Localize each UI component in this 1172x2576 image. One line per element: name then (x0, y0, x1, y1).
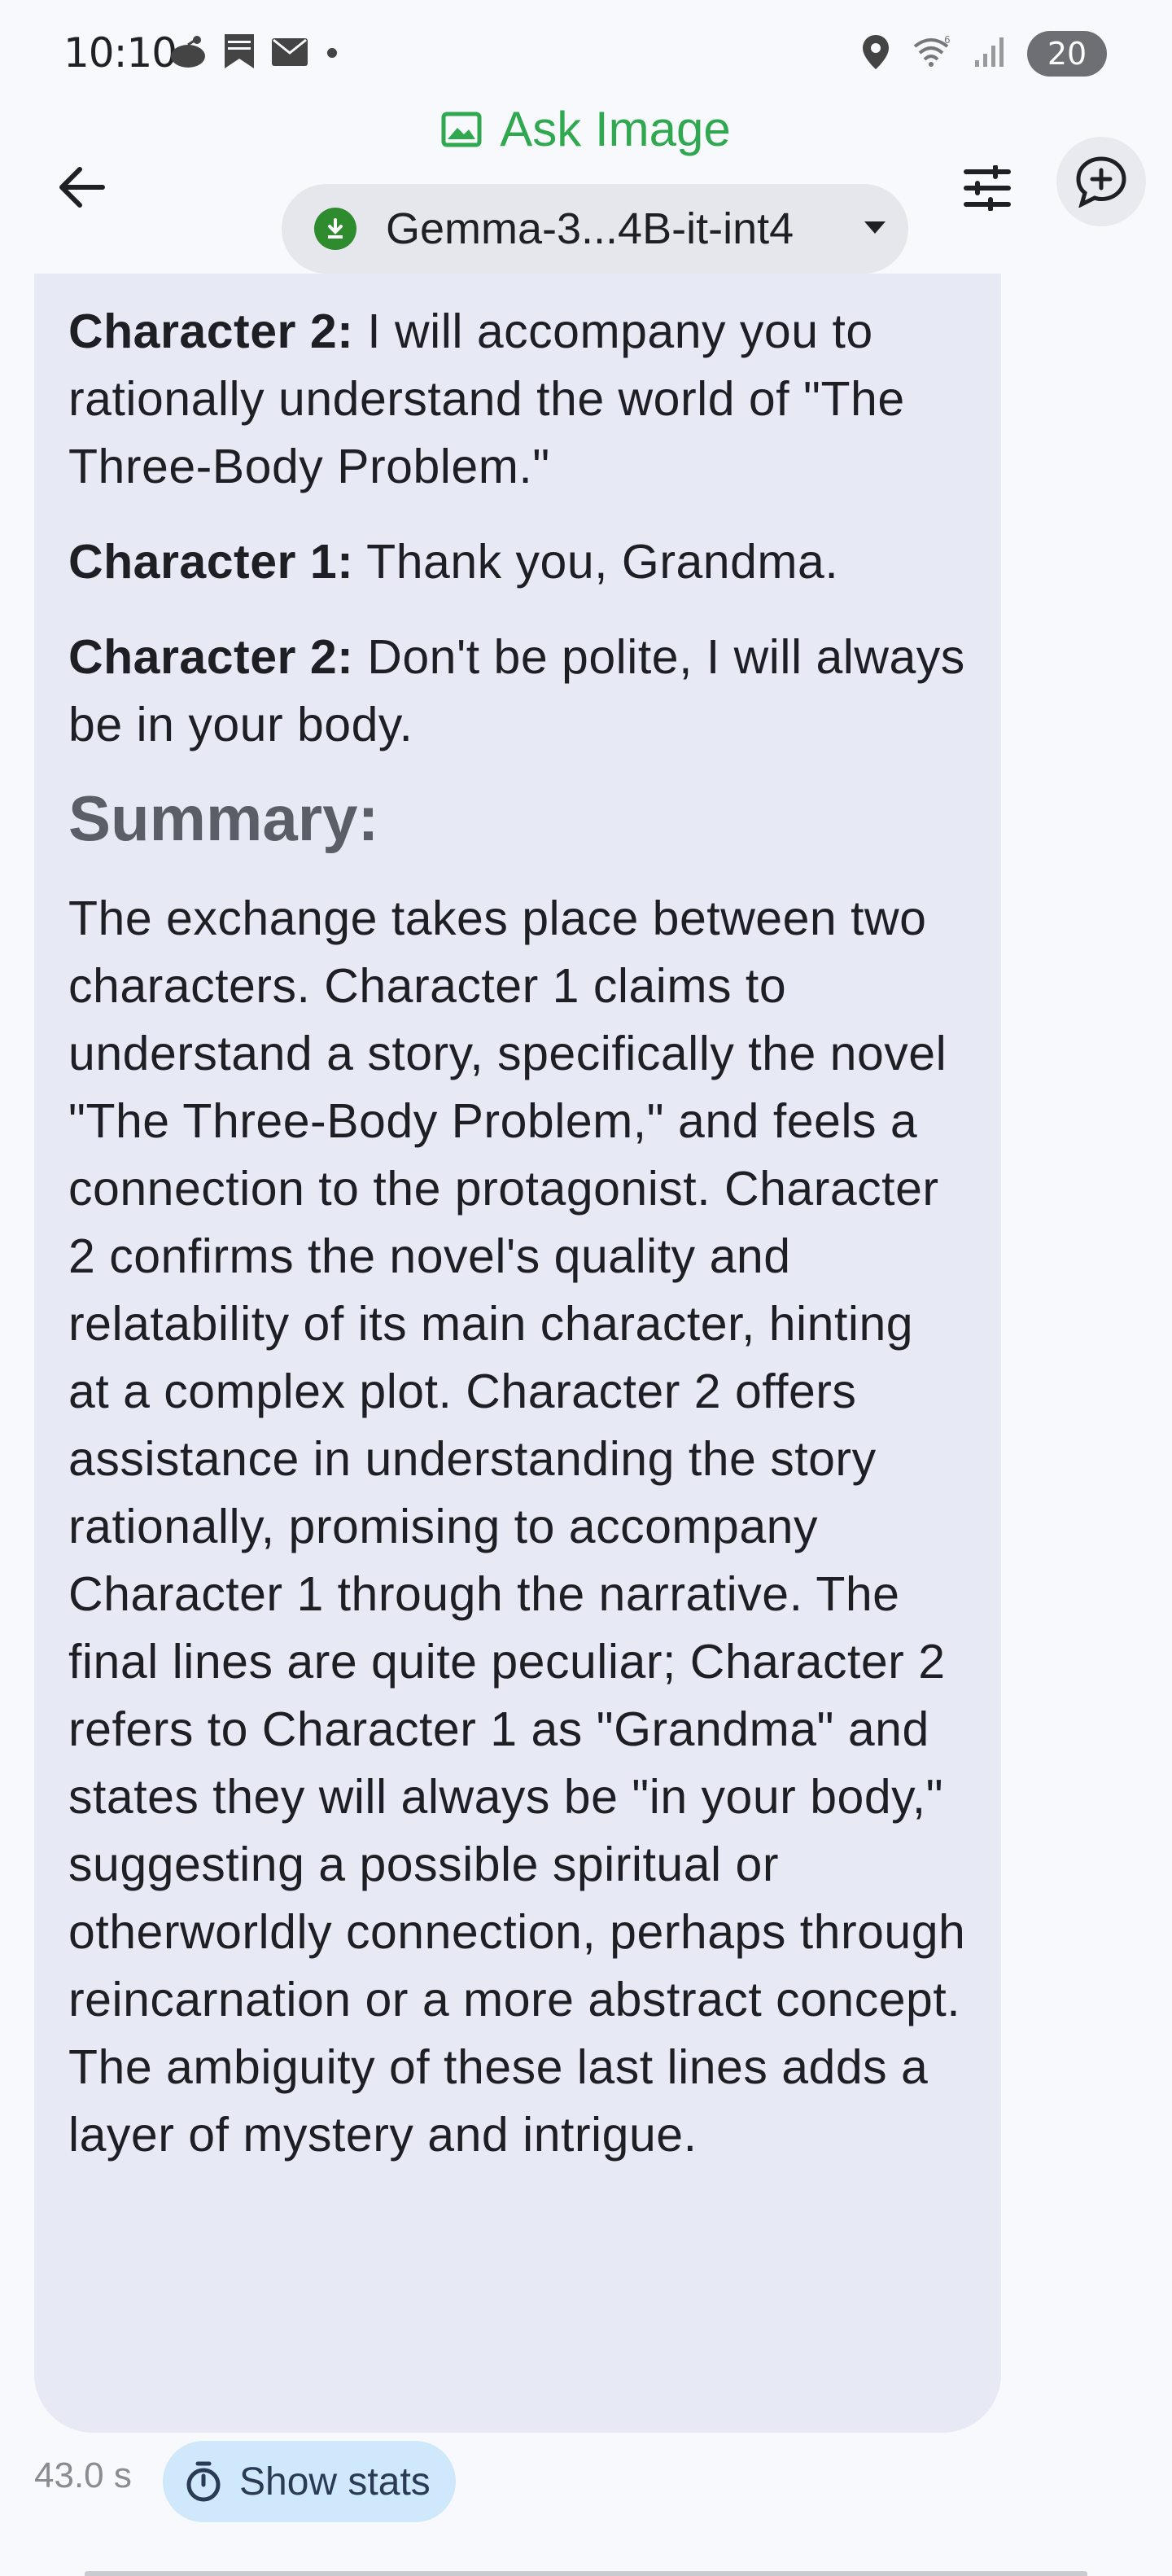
show-stats-button[interactable]: Show stats (163, 2441, 456, 2522)
dialogue-text: Thank you, Grandma. (353, 535, 839, 589)
screen-title: Ask Image (0, 101, 1172, 157)
battery-indicator: 20 (1027, 31, 1107, 77)
bookmark-icon (221, 33, 257, 73)
summary-heading: Summary: (68, 782, 379, 854)
settings-button[interactable] (951, 151, 1024, 225)
system-icons: 6 20 (861, 31, 1107, 77)
dot-icon (322, 42, 342, 64)
speaker-label: Character 2: (68, 304, 354, 358)
input-panel-edge (85, 2571, 1087, 2576)
summary-paragraph: The exchange takes place between two cha… (68, 892, 966, 2162)
svg-text:6: 6 (944, 35, 951, 46)
speaker-label: Character 1: (68, 535, 354, 589)
reddit-icon (168, 33, 208, 72)
speaker-label: Character 2: (68, 630, 354, 684)
wifi-icon: 6 (912, 34, 952, 72)
dropdown-arrow-icon (864, 221, 886, 234)
add-comment-icon (1076, 156, 1126, 208)
latency-label: 43.0 s (34, 2456, 132, 2495)
status-time: 10:10 (63, 29, 177, 77)
dialogue-line: Character 2: Don't be polite, I will alw… (68, 624, 967, 759)
location-icon (861, 33, 890, 74)
back-button[interactable] (49, 155, 114, 220)
dialogue-line: Character 2: I will accompany you to rat… (68, 298, 967, 501)
show-stats-label: Show stats (239, 2460, 431, 2504)
notification-icons (168, 33, 342, 73)
model-selector[interactable]: Gemma-3...4B-it-int4 (282, 184, 908, 274)
timer-icon (186, 2461, 221, 2502)
mail-icon (270, 35, 309, 71)
download-icon (314, 208, 356, 250)
page-title: Ask Image (500, 102, 731, 156)
model-response-bubble: Character 2: I will accompany you to rat… (34, 274, 1001, 2433)
signal-icon (973, 36, 1006, 72)
tune-icon (964, 165, 1011, 211)
top-app-bar: Ask Image Gemma-3...4B-it-int4 (0, 90, 1172, 277)
dialogue-line: Character 1: Thank you, Grandma. (68, 528, 967, 596)
new-chat-button[interactable] (1056, 137, 1146, 226)
model-name: Gemma-3...4B-it-int4 (386, 204, 794, 253)
arrow-back-icon (59, 167, 105, 208)
image-icon (441, 112, 482, 147)
